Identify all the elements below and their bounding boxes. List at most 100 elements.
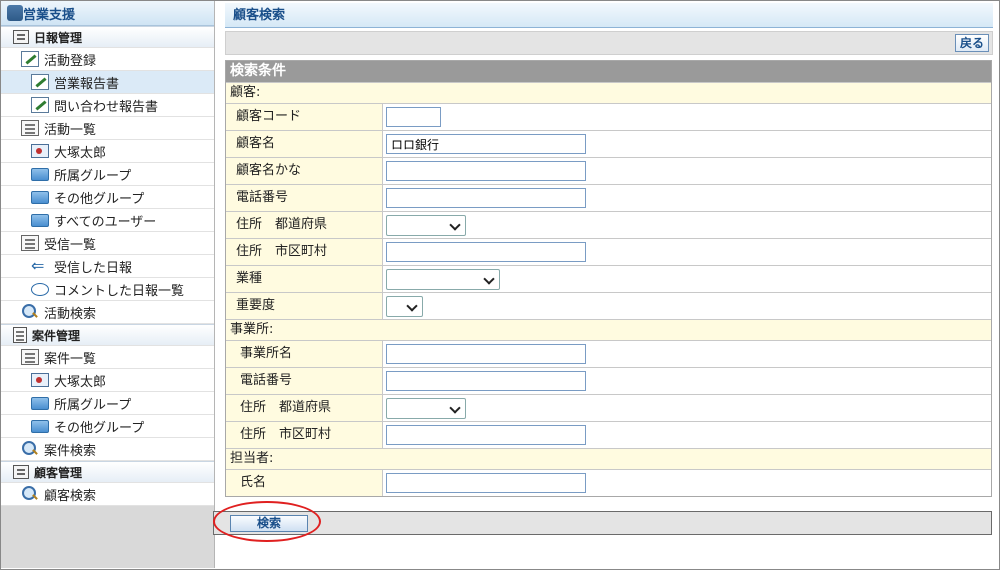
sidebar-item-activity-search[interactable]: 活動検索 xyxy=(1,301,214,324)
receive-arrow-icon xyxy=(31,256,49,275)
page-title: 顧客検索 xyxy=(225,3,993,28)
customer-code-label: 顧客コード xyxy=(226,104,383,130)
list-icon xyxy=(21,349,39,365)
inbox-icon xyxy=(21,235,39,251)
sidebar-item-label: その他グループ xyxy=(54,420,145,436)
sidebar-item-customer-search[interactable]: 顧客検索 xyxy=(1,483,214,506)
importance-label: 重要度 xyxy=(226,293,383,319)
search-icon xyxy=(21,485,39,503)
folder-icon xyxy=(31,213,49,227)
importance-select[interactable] xyxy=(386,295,423,317)
row-person-name: 氏名 xyxy=(226,469,991,496)
sidebar-item-label: 活動登録 xyxy=(44,53,97,69)
sidebar-item-label: 大塚太郎 xyxy=(54,145,107,161)
folder-icon xyxy=(31,419,49,433)
sidebar-item-label: 大塚太郎 xyxy=(54,374,107,390)
back-button[interactable]: 戻る xyxy=(954,34,989,52)
sidebar-item-label: その他グループ xyxy=(54,191,145,207)
sidebar-item-label: 所属グループ xyxy=(54,397,132,413)
sidebar-item-label: 受信した日報 xyxy=(54,260,133,276)
project-doc-icon xyxy=(13,327,27,343)
search-icon xyxy=(21,303,39,321)
sidebar-item-user-otsuka[interactable]: 大塚太郎 xyxy=(1,140,214,163)
sidebar-item-my-group[interactable]: 所属グループ xyxy=(1,392,214,415)
top-toolbar: 戻る xyxy=(225,31,993,55)
sidebar-item-sales-report[interactable]: 営業報告書 xyxy=(1,71,214,94)
row-importance: 重要度 xyxy=(226,292,991,319)
office-name-label: 事業所名 xyxy=(226,341,383,367)
sidebar-section-project[interactable]: 案件管理 xyxy=(1,324,214,346)
customer-kana-field[interactable] xyxy=(386,161,586,181)
phone-field[interactable] xyxy=(386,188,586,208)
sidebar-header[interactable]: 営業支援 xyxy=(1,1,214,26)
office-prefecture-label: 住所 都道府県 xyxy=(226,395,383,421)
customer-kana-label: 顧客名かな xyxy=(226,158,383,184)
person-icon xyxy=(31,144,49,158)
row-phone: 電話番号 xyxy=(226,184,991,211)
sidebar-item-other-group[interactable]: その他グループ xyxy=(1,186,214,209)
prefecture-select[interactable] xyxy=(386,214,466,236)
customer-code-field[interactable] xyxy=(386,107,441,127)
person-name-field[interactable] xyxy=(386,473,586,493)
office-phone-label: 電話番号 xyxy=(226,368,383,394)
sidebar-item-label: すべてのユーザー xyxy=(54,214,157,230)
sidebar-item-my-group[interactable]: 所属グループ xyxy=(1,163,214,186)
sidebar-app-title: 営業支援 xyxy=(23,7,76,23)
office-phone-field[interactable] xyxy=(386,371,586,391)
bottom-action-bar: 検索 xyxy=(213,511,992,535)
sidebar-item-activity-register[interactable]: 活動登録 xyxy=(1,48,214,71)
search-icon xyxy=(21,440,39,458)
group-office: 事業所: xyxy=(226,319,991,340)
sidebar-item-label: 活動検索 xyxy=(44,306,97,322)
sidebar-section-customer[interactable]: 顧客管理 xyxy=(1,461,214,483)
sidebar-item-all-users[interactable]: すべてのユーザー xyxy=(1,209,214,232)
edit-pen-icon xyxy=(31,97,49,113)
row-office-name: 事業所名 xyxy=(226,340,991,367)
prefecture-label: 住所 都道府県 xyxy=(226,212,383,238)
phone-label: 電話番号 xyxy=(226,185,383,211)
city-label: 住所 市区町村 xyxy=(226,239,383,265)
list-icon xyxy=(21,120,39,136)
office-prefecture-select[interactable] xyxy=(386,397,466,419)
industry-select[interactable] xyxy=(386,268,500,290)
person-name-label: 氏名 xyxy=(226,470,383,496)
sidebar-item-inquiry-report[interactable]: 問い合わせ報告書 xyxy=(1,94,214,117)
group-person: 担当者: xyxy=(226,448,991,469)
sidebar-item-project-list[interactable]: 案件一覧 xyxy=(1,346,214,369)
sidebar-item-activity-list[interactable]: 活動一覧 xyxy=(1,117,214,140)
sidebar-item-received-reports[interactable]: 受信した日報 xyxy=(1,255,214,278)
sidebar-item-label: 日報管理 xyxy=(34,30,83,45)
edit-pen-icon xyxy=(31,74,49,90)
row-industry: 業種 xyxy=(226,265,991,292)
highlight-circle-annotation xyxy=(213,501,321,542)
sidebar-item-inbox[interactable]: 受信一覧 xyxy=(1,232,214,255)
sidebar-item-label: 営業報告書 xyxy=(54,76,120,92)
sidebar-item-commented-reports[interactable]: コメントした日報一覧 xyxy=(1,278,214,301)
office-city-field[interactable] xyxy=(386,425,586,445)
sidebar-item-label: 案件一覧 xyxy=(44,351,97,367)
row-office-city: 住所 市区町村 xyxy=(226,421,991,448)
row-customer-kana: 顧客名かな xyxy=(226,157,991,184)
sidebar-item-label: 顧客検索 xyxy=(44,488,97,504)
sidebar: 営業支援 日報管理 活動登録 営業報告書 問い合わせ報告書 活動一覧 大塚太郎 … xyxy=(1,1,215,568)
comment-icon xyxy=(31,282,49,296)
customer-name-field[interactable] xyxy=(386,134,586,154)
sidebar-item-label: 案件管理 xyxy=(32,328,81,343)
row-customer-code: 顧客コード xyxy=(226,103,991,130)
customer-name-label: 顧客名 xyxy=(226,131,383,157)
user-icon xyxy=(7,5,23,21)
sidebar-item-other-group[interactable]: その他グループ xyxy=(1,415,214,438)
city-field[interactable] xyxy=(386,242,586,262)
search-conditions-form: 検索条件 顧客: 顧客コード 顧客名 顧客名かな 電話番号 住所 都道府県 住所… xyxy=(225,60,992,497)
row-city: 住所 市区町村 xyxy=(226,238,991,265)
sidebar-item-label: 問い合わせ報告書 xyxy=(54,99,159,115)
sidebar-item-project-search[interactable]: 案件検索 xyxy=(1,438,214,461)
sidebar-item-user-otsuka[interactable]: 大塚太郎 xyxy=(1,369,214,392)
diary-book-icon xyxy=(13,30,29,44)
sidebar-section-daily-report[interactable]: 日報管理 xyxy=(1,26,214,48)
office-name-field[interactable] xyxy=(386,344,586,364)
customer-card-icon xyxy=(13,465,29,479)
sidebar-item-label: 活動一覧 xyxy=(44,122,97,138)
office-city-label: 住所 市区町村 xyxy=(226,422,383,448)
person-icon xyxy=(31,373,49,387)
